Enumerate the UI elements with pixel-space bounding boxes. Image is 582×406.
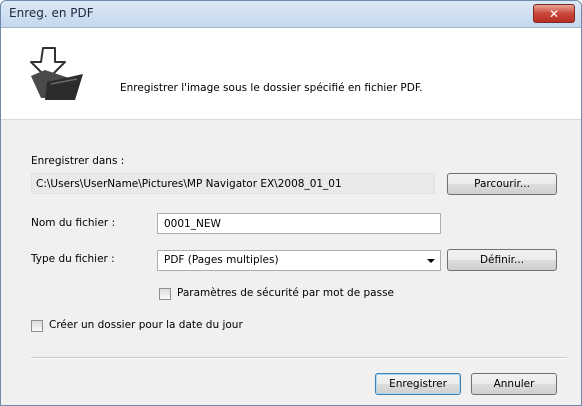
password-security-label[interactable]: Paramètres de sécurité par mot de passe [177,287,394,299]
file-type-label: Type du fichier : [31,253,115,265]
save-in-label: Enregistrer dans : [31,155,125,167]
browse-button[interactable]: Parcourir... [447,173,557,195]
window-title: Enreg. en PDF [9,6,94,20]
save-path-field: C:\Users\UserName\Pictures\MP Navigator … [31,173,435,194]
define-button[interactable]: Définir... [447,249,557,271]
separator [31,357,567,359]
close-icon: ✕ [548,6,560,21]
header-description: Enregistrer l'image sous le dossier spéc… [120,82,423,94]
password-security-checkbox[interactable] [159,288,171,300]
file-type-selected: PDF (Pages multiples) [164,254,279,266]
save-as-pdf-dialog: Enreg. en PDF ✕ Enregistrer l'image sous… [0,0,582,406]
create-date-folder-label[interactable]: Créer un dossier pour la date du jour [49,319,243,331]
dialog-header: Enregistrer l'image sous le dossier spéc… [1,28,581,120]
title-bar: Enreg. en PDF ✕ [1,1,581,28]
cancel-button[interactable]: Annuler [471,373,557,395]
chevron-down-icon [427,259,435,263]
save-button[interactable]: Enregistrer [375,373,461,395]
file-name-input[interactable] [157,213,441,234]
file-type-select[interactable]: PDF (Pages multiples) [157,250,441,271]
close-button[interactable]: ✕ [533,4,575,23]
create-date-folder-checkbox[interactable] [31,320,43,332]
file-name-label: Nom du fichier : [31,217,116,229]
save-folder-arrow-icon [30,47,83,100]
